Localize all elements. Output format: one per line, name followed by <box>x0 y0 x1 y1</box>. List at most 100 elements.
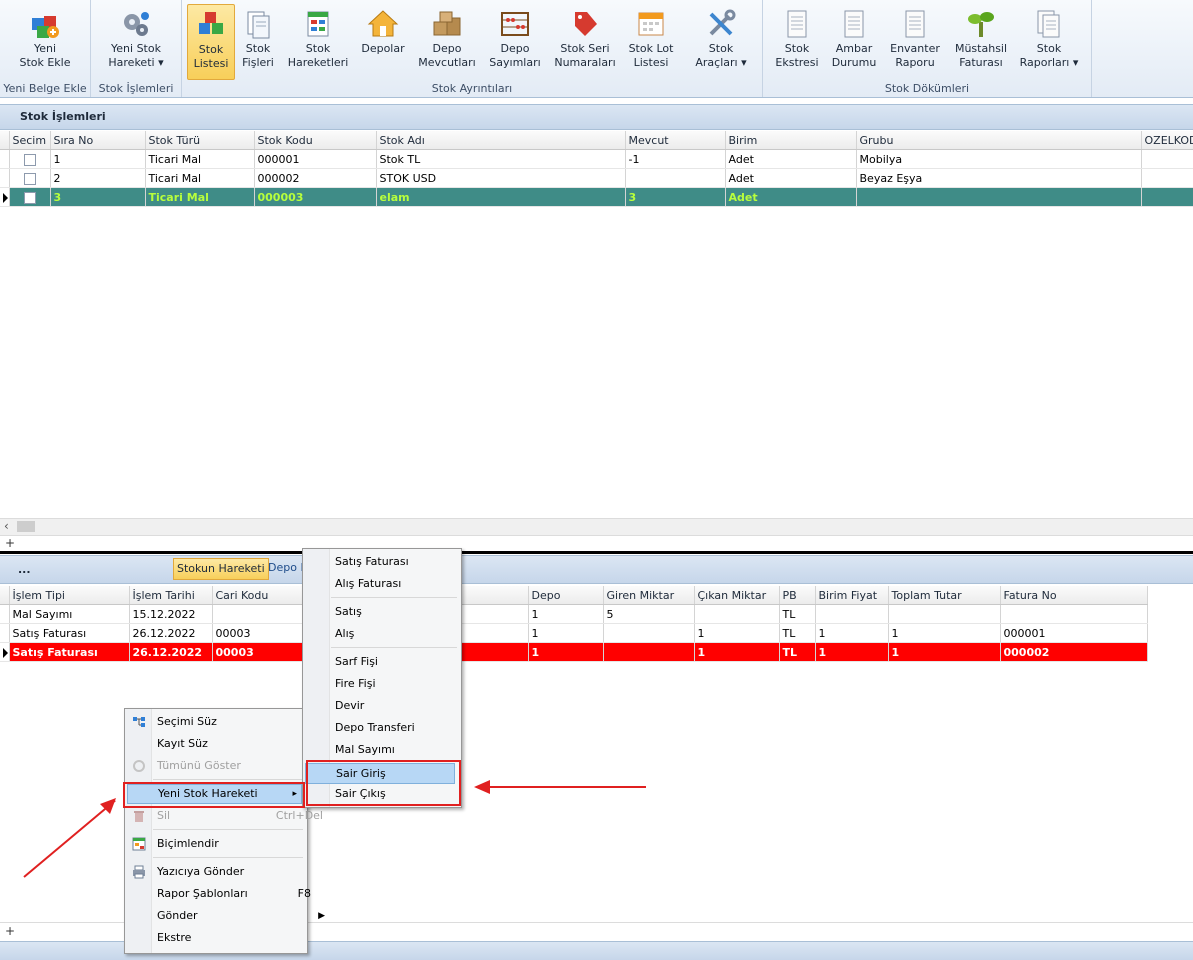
stock-tools-button[interactable]: Stok Araçları ▾ <box>690 4 752 78</box>
producer-invoice-button[interactable]: Müstahsil Faturası <box>950 4 1012 78</box>
column-header-depo[interactable]: Depo <box>528 586 604 605</box>
column-header-grubu[interactable]: Grubu <box>856 131 1142 150</box>
cell-stok-adi: Stok TL <box>376 149 626 169</box>
tab-stock-movement[interactable]: Stokun Hareketi <box>173 558 269 580</box>
table-row[interactable]: 2 Ticari Mal 000002 STOK USD Adet Beyaz … <box>0 168 1193 188</box>
submenu-item-devir[interactable]: Devir <box>305 696 485 716</box>
cell-cikan-miktar: 1 <box>694 623 780 643</box>
ribbon-button-label: Müstahsil Faturası <box>954 42 1008 69</box>
submenu-item-mal-sayimi[interactable]: Mal Sayımı <box>305 740 485 760</box>
menu-item-shortcut: F8 <box>297 887 311 900</box>
horizontal-scrollbar[interactable]: ‹ <box>0 518 1193 535</box>
printer-icon <box>133 865 145 879</box>
select-checkbox[interactable] <box>23 153 36 166</box>
column-header-islem-tipi[interactable]: İşlem Tipi <box>9 586 130 605</box>
column-header-toplam-tutar[interactable]: Toplam Tutar <box>888 586 1001 605</box>
menu-item-label: Kayıt Süz <box>157 737 208 750</box>
panel-splitter[interactable] <box>0 551 1193 554</box>
column-header-birim[interactable]: Birim <box>725 131 857 150</box>
grid-header-row: İşlem Tipi İşlem Tarihi Cari Kodu Depo G… <box>0 586 1148 605</box>
abacus-icon <box>501 12 529 36</box>
column-header-giren-miktar[interactable]: Giren Miktar <box>603 586 695 605</box>
row-indicator <box>0 149 10 169</box>
stock-reports-button[interactable]: Stok Raporları ▾ <box>1016 4 1082 78</box>
column-header-ozelkod[interactable]: OZELKOD <box>1141 131 1193 150</box>
ribbon-toolbar: Yeni Belge Ekle Stok İşlemleri Stok Ayrı… <box>0 0 1193 98</box>
column-header-sira-no[interactable]: Sıra No <box>50 131 146 150</box>
stock-slips-button[interactable]: Stok Fişleri <box>237 4 279 78</box>
menu-item-kayit-suz[interactable]: Kayıt Süz <box>127 734 331 754</box>
menu-item-sil[interactable]: Sil Ctrl+Del <box>127 806 331 826</box>
new-stock-movement-button[interactable]: Yeni Stok Hareketi ▾ <box>100 4 172 78</box>
table-row-selected[interactable]: Satış Faturası 26.12.2022 00003 1 1 TL 1… <box>0 642 1148 662</box>
column-header-islem-tarihi[interactable]: İşlem Tarihi <box>129 586 213 605</box>
document-icon <box>844 10 864 38</box>
column-header-secim[interactable]: Secim <box>9 131 51 150</box>
menu-item-bicimlendir[interactable]: Biçimlendir <box>127 834 331 854</box>
gears-icon <box>124 12 149 36</box>
select-checkbox[interactable] <box>23 172 36 185</box>
submenu-item-depo-transferi[interactable]: Depo Transferi <box>305 718 485 738</box>
row-indicator <box>0 168 10 188</box>
cell-pb: TL <box>779 604 816 624</box>
cell-stok-turu: Ticari Mal <box>145 187 255 207</box>
select-checkbox-cell[interactable] <box>9 149 51 169</box>
menu-item-gonder[interactable]: Gönder ▶ <box>127 906 331 926</box>
context-menu: Seçimi Süz Kayıt Süz Tümünü Göster Yeni … <box>124 708 325 954</box>
add-row-icon[interactable]: + <box>5 536 15 550</box>
ribbon-button-label: Stok Seri Numaraları <box>554 42 616 69</box>
ribbon-button-label: Yeni Stok Hareketi ▾ <box>108 42 164 69</box>
submenu-item-satis[interactable]: Satış <box>305 602 485 622</box>
warehouse-stocks-button[interactable]: Depo Mevcutları <box>415 4 479 78</box>
table-row[interactable]: Satış Faturası 26.12.2022 00003 1 1 TL 1… <box>0 623 1148 643</box>
column-header-stok-kodu[interactable]: Stok Kodu <box>254 131 377 150</box>
table-row[interactable]: 1 Ticari Mal 000001 Stok TL -1 Adet Mobi… <box>0 149 1193 169</box>
menu-item-yaziciya-gonder[interactable]: Yazıcıya Gönder <box>127 862 331 882</box>
warehouse-status-button[interactable]: Ambar Durumu <box>828 4 880 78</box>
menu-item-rapor-sablonlari[interactable]: Rapor Şablonları F8 <box>127 884 331 904</box>
stock-lot-list-button[interactable]: Stok Lot Listesi <box>625 4 677 78</box>
menu-item-label: Fire Fişi <box>335 677 376 690</box>
scroll-thumb[interactable] <box>17 521 35 532</box>
column-header-stok-turu[interactable]: Stok Türü <box>145 131 255 150</box>
cell-birim-fiyat: 1 <box>815 623 889 643</box>
stock-movements-button[interactable]: Stok Hareketleri <box>285 4 351 78</box>
table-row[interactable]: Mal Sayımı 15.12.2022 1 5 TL <box>0 604 1148 624</box>
cell-grubu: Mobilya <box>856 149 1142 169</box>
column-header-mevcut[interactable]: Mevcut <box>625 131 726 150</box>
add-row-icon[interactable]: + <box>5 924 15 938</box>
inventory-report-button[interactable]: Envanter Raporu <box>886 4 944 78</box>
stock-serial-numbers-button[interactable]: Stok Seri Numaraları <box>551 4 619 78</box>
cell-birim: Adet <box>725 149 857 169</box>
submenu-item-alis[interactable]: Alış <box>305 624 485 644</box>
select-checkbox-cell[interactable] <box>9 187 51 207</box>
menu-item-tumunu-goster[interactable]: Tümünü Göster <box>127 756 331 776</box>
ribbon-button-label: Depo Sayımları <box>489 42 541 69</box>
warehouse-counts-button[interactable]: Depo Sayımları <box>487 4 543 78</box>
select-checkbox-cell[interactable] <box>9 168 51 188</box>
menu-item-label: Biçimlendir <box>157 837 219 850</box>
menu-separator <box>153 857 303 858</box>
new-stock-button[interactable]: Yeni Stok Ekle <box>10 4 80 78</box>
column-header-stok-adi[interactable]: Stok Adı <box>376 131 626 150</box>
stock-list-button[interactable]: Stok Listesi <box>187 4 235 80</box>
submenu-item-alis-faturasi[interactable]: Alış Faturası <box>305 574 485 594</box>
menu-item-label: Depo Transferi <box>335 721 415 734</box>
select-checkbox[interactable] <box>23 191 36 204</box>
stock-statement-button[interactable]: Stok Ekstresi <box>772 4 822 78</box>
submenu-item-fire-fisi[interactable]: Fire Fişi <box>305 674 485 694</box>
submenu-item-satis-faturasi[interactable]: Satış Faturası <box>305 552 485 572</box>
ribbon-group-label: Stok Dökümleri <box>884 82 970 95</box>
column-header-birim-fiyat[interactable]: Birim Fiyat <box>815 586 889 605</box>
column-header-pb[interactable]: PB <box>779 586 816 605</box>
column-header-fatura-no[interactable]: Fatura No <box>1000 586 1148 605</box>
column-header-cikan-miktar[interactable]: Çıkan Miktar <box>694 586 780 605</box>
warehouses-button[interactable]: Depolar <box>357 4 409 78</box>
menu-item-label: Tümünü Göster <box>157 759 241 772</box>
menu-item-secimi-suz[interactable]: Seçimi Süz <box>127 712 331 732</box>
scroll-left-icon[interactable]: ‹ <box>4 519 9 533</box>
table-row-selected[interactable]: 3 Ticari Mal 000003 elam 3 Adet <box>0 187 1193 207</box>
menu-item-ekstre[interactable]: Ekstre <box>127 928 331 948</box>
submenu-item-sarf-fisi[interactable]: Sarf Fişi <box>305 652 485 672</box>
movements-icon <box>307 11 329 37</box>
